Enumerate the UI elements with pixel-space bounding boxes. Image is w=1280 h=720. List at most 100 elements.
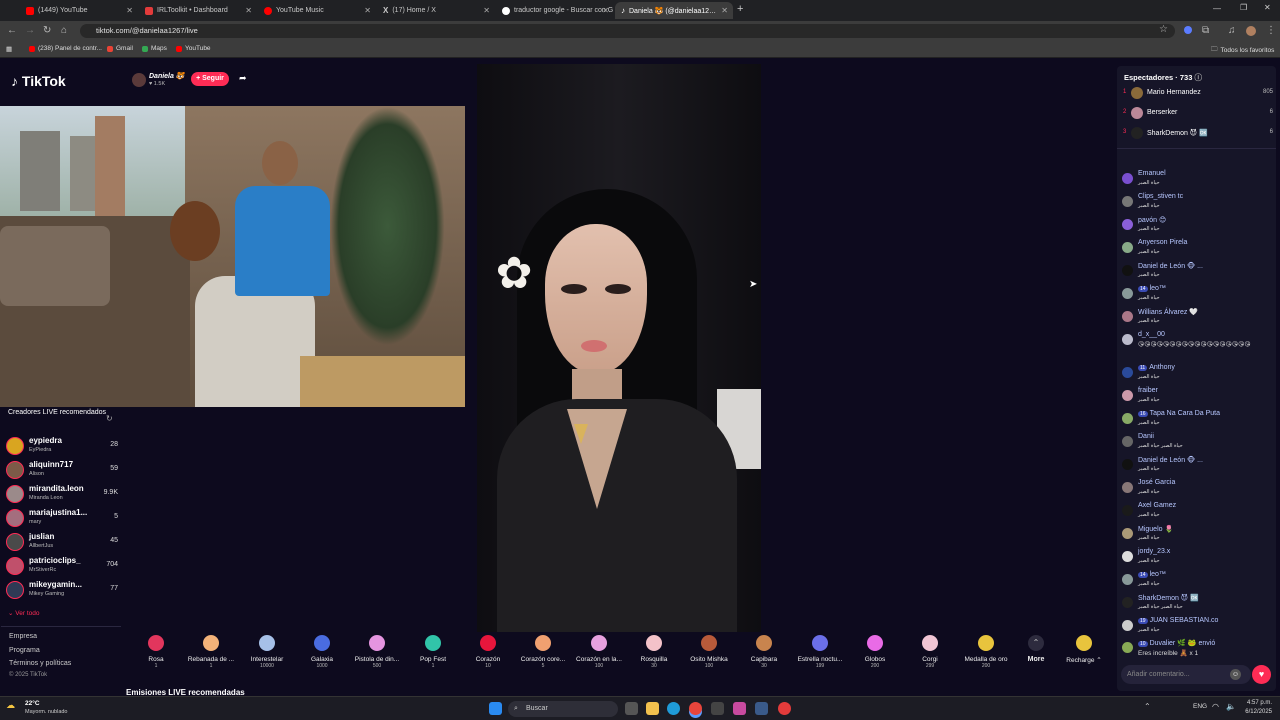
start-windows-icon[interactable] bbox=[489, 702, 502, 715]
chat-message[interactable]: Axel Gamez حياة الصبر bbox=[1122, 501, 1270, 523]
gift-item-gold-medal[interactable]: Medalla de oro 200 bbox=[958, 635, 1014, 669]
creator-item[interactable]: mirandita.leon Miranda Leon 9.9K bbox=[6, 483, 118, 505]
apps-grid-icon[interactable]: ▦ bbox=[6, 45, 12, 53]
top-viewer-row[interactable]: 1 Mario Hernandez 805 bbox=[1123, 86, 1273, 102]
host-name[interactable]: Daniela 🐯 bbox=[149, 72, 185, 80]
gift-item-pop-fest[interactable]: Pop Fest 1 bbox=[405, 635, 461, 669]
task-view-icon[interactable] bbox=[625, 702, 638, 715]
creator-item[interactable]: mikeygamin... Mikey Gaming 77 bbox=[6, 579, 118, 601]
volume-icon[interactable]: 🔈 bbox=[1226, 702, 1236, 711]
bookmark-panel[interactable]: (238) Panel de contr... bbox=[29, 45, 102, 52]
tab-google-translate[interactable]: traductor google - Buscar con G ✕ bbox=[496, 2, 614, 19]
chat-message[interactable]: jordy_23.x حياة الصبر bbox=[1122, 547, 1270, 569]
chat-message[interactable]: 16 Tapa Na Cara Da Puta حياة الصبر bbox=[1122, 409, 1270, 431]
main-video-stream[interactable]: ✿ bbox=[477, 64, 761, 632]
creator-item[interactable]: mariajustina1... mary 5 bbox=[6, 507, 118, 529]
file-explorer-icon[interactable] bbox=[646, 702, 659, 715]
tab-tiktok-live[interactable]: ♪ Daniela 🐯 (@danielaa12… ✕ bbox=[615, 2, 733, 19]
tab-x-home[interactable]: X (17) Home / X ✕ bbox=[377, 2, 495, 19]
creator-item[interactable]: eypiedra EyPiedra 28 bbox=[6, 435, 118, 457]
clock-date[interactable]: 6/12/2025 bbox=[1240, 709, 1272, 715]
tab-youtube-music[interactable]: YouTube Music ✕ bbox=[258, 2, 376, 19]
top-viewer-row[interactable]: 2 Berserker 6 bbox=[1123, 106, 1273, 122]
bookmark-maps[interactable]: Maps bbox=[142, 45, 167, 52]
close-tab-icon[interactable]: ✕ bbox=[483, 6, 490, 15]
chat-message[interactable]: Daniel de León 🐵 ... حياة الصبر bbox=[1122, 455, 1270, 477]
terminal-icon[interactable] bbox=[711, 702, 724, 715]
tab-irltoolkit[interactable]: IRLToolkit • Dashboard ✕ bbox=[139, 2, 257, 19]
chat-message[interactable]: fraiber حياة الصبر bbox=[1122, 386, 1270, 408]
home-icon[interactable]: ⌂ bbox=[61, 25, 67, 36]
chat-message[interactable]: José Garcia حياة الصبر bbox=[1122, 478, 1270, 500]
taskbar-search[interactable]: ⌕ Buscar bbox=[508, 701, 618, 717]
gift-item-heart-hands[interactable]: Corazón core... 5 bbox=[515, 635, 571, 669]
chat-message[interactable]: Daniel de León 🐵 ... حياة الصبر bbox=[1122, 261, 1270, 283]
back-icon[interactable]: ← bbox=[7, 25, 17, 36]
creator-item[interactable]: patricioclips_ MrStiverRc 704 bbox=[6, 555, 118, 577]
media-icon[interactable]: ♫ bbox=[1228, 25, 1236, 36]
gift-item-balloons[interactable]: Globos 200 bbox=[847, 635, 903, 669]
extension-icon[interactable] bbox=[1184, 26, 1192, 34]
close-tab-icon[interactable]: ✕ bbox=[602, 6, 609, 15]
reload-icon[interactable]: ↻ bbox=[43, 25, 51, 36]
bookmark-gmail[interactable]: Gmail bbox=[107, 45, 133, 52]
app-icon[interactable] bbox=[733, 702, 746, 715]
footer-link-programa[interactable]: Programa bbox=[9, 647, 40, 654]
share-icon[interactable]: ➦ bbox=[239, 73, 247, 84]
edge-icon[interactable] bbox=[667, 702, 680, 715]
language-indicator[interactable]: ENG bbox=[1193, 703, 1207, 710]
maximize-button[interactable]: ❐ bbox=[1240, 3, 1247, 12]
menu-kebab-icon[interactable]: ⋮ bbox=[1266, 25, 1276, 36]
minimize-button[interactable]: — bbox=[1213, 4, 1221, 13]
chat-message[interactable]: Danii حياة الصبر حياة الصبر bbox=[1122, 432, 1270, 454]
gift-item-cake[interactable]: Rebanada de ... 1 bbox=[183, 635, 239, 669]
host-avatar[interactable] bbox=[132, 73, 146, 87]
gift-item-capybara[interactable]: Capibara 30 bbox=[736, 635, 792, 669]
gift-item-corgi[interactable]: Corgi 299 bbox=[902, 635, 958, 669]
tiktok-logo[interactable]: ♪ TikTok bbox=[11, 73, 66, 89]
chat-message[interactable]: Clips_stiven tc حياة الصبر bbox=[1122, 192, 1270, 214]
viewers-title[interactable]: Espectadores · 733 ⓘ bbox=[1124, 72, 1202, 83]
forward-icon[interactable]: → bbox=[25, 25, 35, 36]
wifi-icon[interactable]: ◠ bbox=[1212, 702, 1219, 711]
bookmark-youtube[interactable]: YouTube bbox=[176, 45, 211, 52]
close-tab-icon[interactable]: ✕ bbox=[245, 6, 252, 15]
gift-item-heart-in-hand[interactable]: Corazón en la... 100 bbox=[571, 635, 627, 669]
top-viewer-row[interactable]: 3 SharkDemon 😈 🆗 6 bbox=[1123, 126, 1273, 142]
close-tab-icon[interactable]: ✕ bbox=[364, 6, 371, 15]
gift-item-galaxy[interactable]: Galaxia 1000 bbox=[294, 635, 350, 669]
steam-icon[interactable] bbox=[755, 702, 768, 715]
recharge-button[interactable]: Recharge ⌃ bbox=[1056, 635, 1112, 664]
extensions-puzzle-icon[interactable]: ⧉ bbox=[1202, 25, 1209, 36]
like-heart-button[interactable]: ♥ bbox=[1252, 665, 1271, 684]
creator-item[interactable]: juslian AllbertJus 45 bbox=[6, 531, 118, 553]
tray-chevron-icon[interactable]: ⌃ bbox=[1144, 702, 1151, 711]
chat-message[interactable]: Anyerson Pirela حياة الصبر bbox=[1122, 238, 1270, 260]
new-tab-button[interactable]: + bbox=[737, 3, 743, 15]
refresh-icon[interactable]: ↻ bbox=[106, 414, 113, 423]
close-tab-icon[interactable]: ✕ bbox=[721, 6, 728, 15]
emoji-icon[interactable]: ☺ bbox=[1230, 669, 1241, 680]
close-window-button[interactable]: ✕ bbox=[1264, 3, 1271, 12]
url-input[interactable]: tiktok.com/@danielaa1267/live bbox=[80, 24, 1175, 38]
footer-link-terms[interactable]: Términos y políticas bbox=[9, 660, 71, 667]
weather-icon[interactable]: ☁ bbox=[6, 700, 15, 711]
creator-item[interactable]: aliquinn717 Alison 59 bbox=[6, 459, 118, 481]
chat-message[interactable]: 14 leo™ حياة الصبر bbox=[1122, 570, 1270, 592]
close-tab-icon[interactable]: ✕ bbox=[126, 6, 133, 15]
chat-message[interactable]: 11 Anthony حياة الصبر bbox=[1122, 363, 1270, 385]
clock-time[interactable]: 4:57 p.m. bbox=[1240, 700, 1272, 706]
gift-item-donut[interactable]: Rosquilla 30 bbox=[626, 635, 682, 669]
chat-message[interactable]: SharkDemon 😈 🆗 حياة الصبر حياة الصبر bbox=[1122, 593, 1270, 615]
gift-item-money-gun[interactable]: Pistola de din... 500 bbox=[349, 635, 405, 669]
see-all-link[interactable]: ⌄ Ver todo bbox=[8, 609, 39, 617]
chat-message[interactable]: Emanuel حياة الصبر bbox=[1122, 169, 1270, 191]
chat-message[interactable]: d_x__00 😘😘😘😘😘😘😘😘😘😘😘😘😘😘😘😘😘😘 bbox=[1122, 330, 1270, 360]
follow-button[interactable]: + Seguir bbox=[191, 72, 229, 86]
pip-video-stream[interactable] bbox=[0, 106, 465, 407]
bookmark-star-icon[interactable]: ☆ bbox=[1159, 24, 1168, 35]
all-bookmarks-folder[interactable]: 🗀 Todos los favoritos bbox=[1211, 45, 1274, 56]
gift-item-mishka-bear[interactable]: Osito Mishka 100 bbox=[681, 635, 737, 669]
weather-temp[interactable]: 22°C bbox=[25, 700, 40, 707]
tab-youtube[interactable]: (1449) YouTube ✕ bbox=[20, 2, 138, 19]
